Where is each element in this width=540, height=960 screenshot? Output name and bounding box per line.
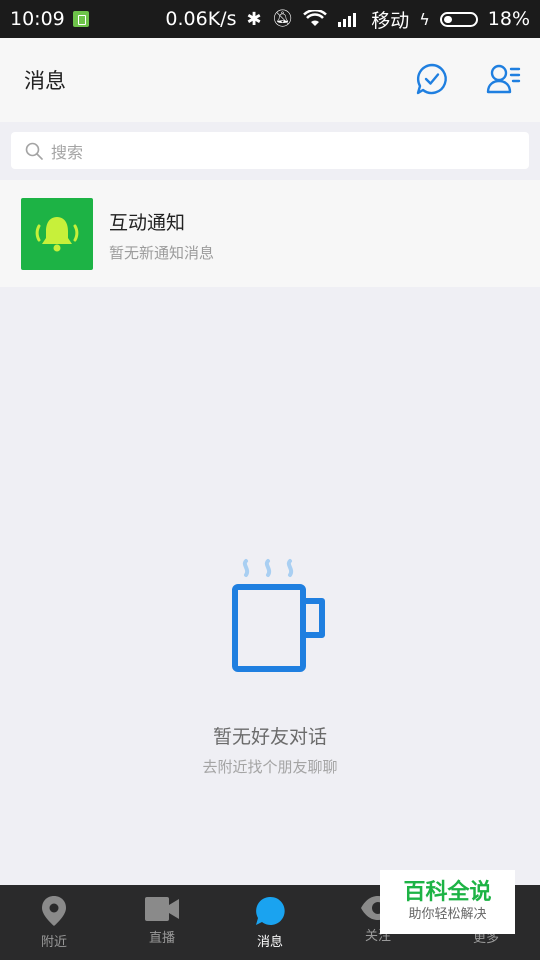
mute-bell-icon: 🔕︎ (271, 9, 294, 29)
interaction-notification-item[interactable]: 互动通知 暂无新通知消息 (0, 180, 540, 287)
battery-icon (439, 11, 478, 27)
nav-label: 附近 (40, 935, 67, 950)
search-icon (25, 142, 43, 160)
contacts-list-icon (486, 64, 521, 94)
watermark-title: 百科全说 (403, 880, 492, 905)
notification-app-icon (72, 11, 89, 27)
bluetooth-icon: ✱ (246, 8, 262, 30)
search-area: 搜索 (0, 122, 540, 180)
nav-label: 消息 (256, 935, 283, 950)
status-bar: 10:09 0.06K/s ✱ 🔕︎ 移动 ϟ 18% (0, 0, 540, 38)
signal-icon (338, 13, 357, 27)
notification-subtitle: 暂无新通知消息 (109, 244, 215, 262)
contacts-button[interactable] (485, 60, 523, 98)
carrier-name: 移动 (371, 9, 410, 32)
search-placeholder: 搜索 (51, 142, 84, 162)
nav-label: 直播 (148, 931, 175, 946)
nav-tab-messages[interactable]: 消息 (216, 885, 324, 960)
video-camera-icon (145, 897, 179, 921)
watermark-subtitle: 助你轻松解决 (408, 907, 487, 922)
empty-state-subtitle: 去附近找个朋友聊聊 (202, 758, 338, 776)
app-header: 消息 (0, 38, 540, 122)
chat-bubble-icon (256, 896, 285, 925)
search-input[interactable]: 搜索 (11, 132, 529, 169)
notification-title: 互动通知 (109, 212, 186, 234)
page-title: 消息 (24, 69, 66, 93)
coffee-mug-icon (232, 559, 325, 672)
battery-percent: 18% (487, 8, 530, 30)
location-pin-icon (42, 896, 66, 926)
empty-state: 暂无好友对话 去附近找个朋友聊聊 (0, 555, 540, 785)
network-speed: 0.06K/s (165, 8, 237, 30)
watermark-badge: 百科全说 助你轻松解决 (380, 870, 515, 934)
charging-icon: ϟ (419, 9, 430, 29)
chat-check-icon (416, 63, 447, 95)
bell-ringing-icon (21, 198, 93, 270)
empty-state-title: 暂无好友对话 (212, 726, 327, 748)
status-time: 10:09 (10, 8, 65, 30)
nav-tab-nearby[interactable]: 附近 (0, 885, 108, 960)
nav-tab-live[interactable]: 直播 (108, 885, 216, 960)
chat-check-button[interactable] (413, 60, 451, 98)
wifi-icon (303, 10, 328, 26)
